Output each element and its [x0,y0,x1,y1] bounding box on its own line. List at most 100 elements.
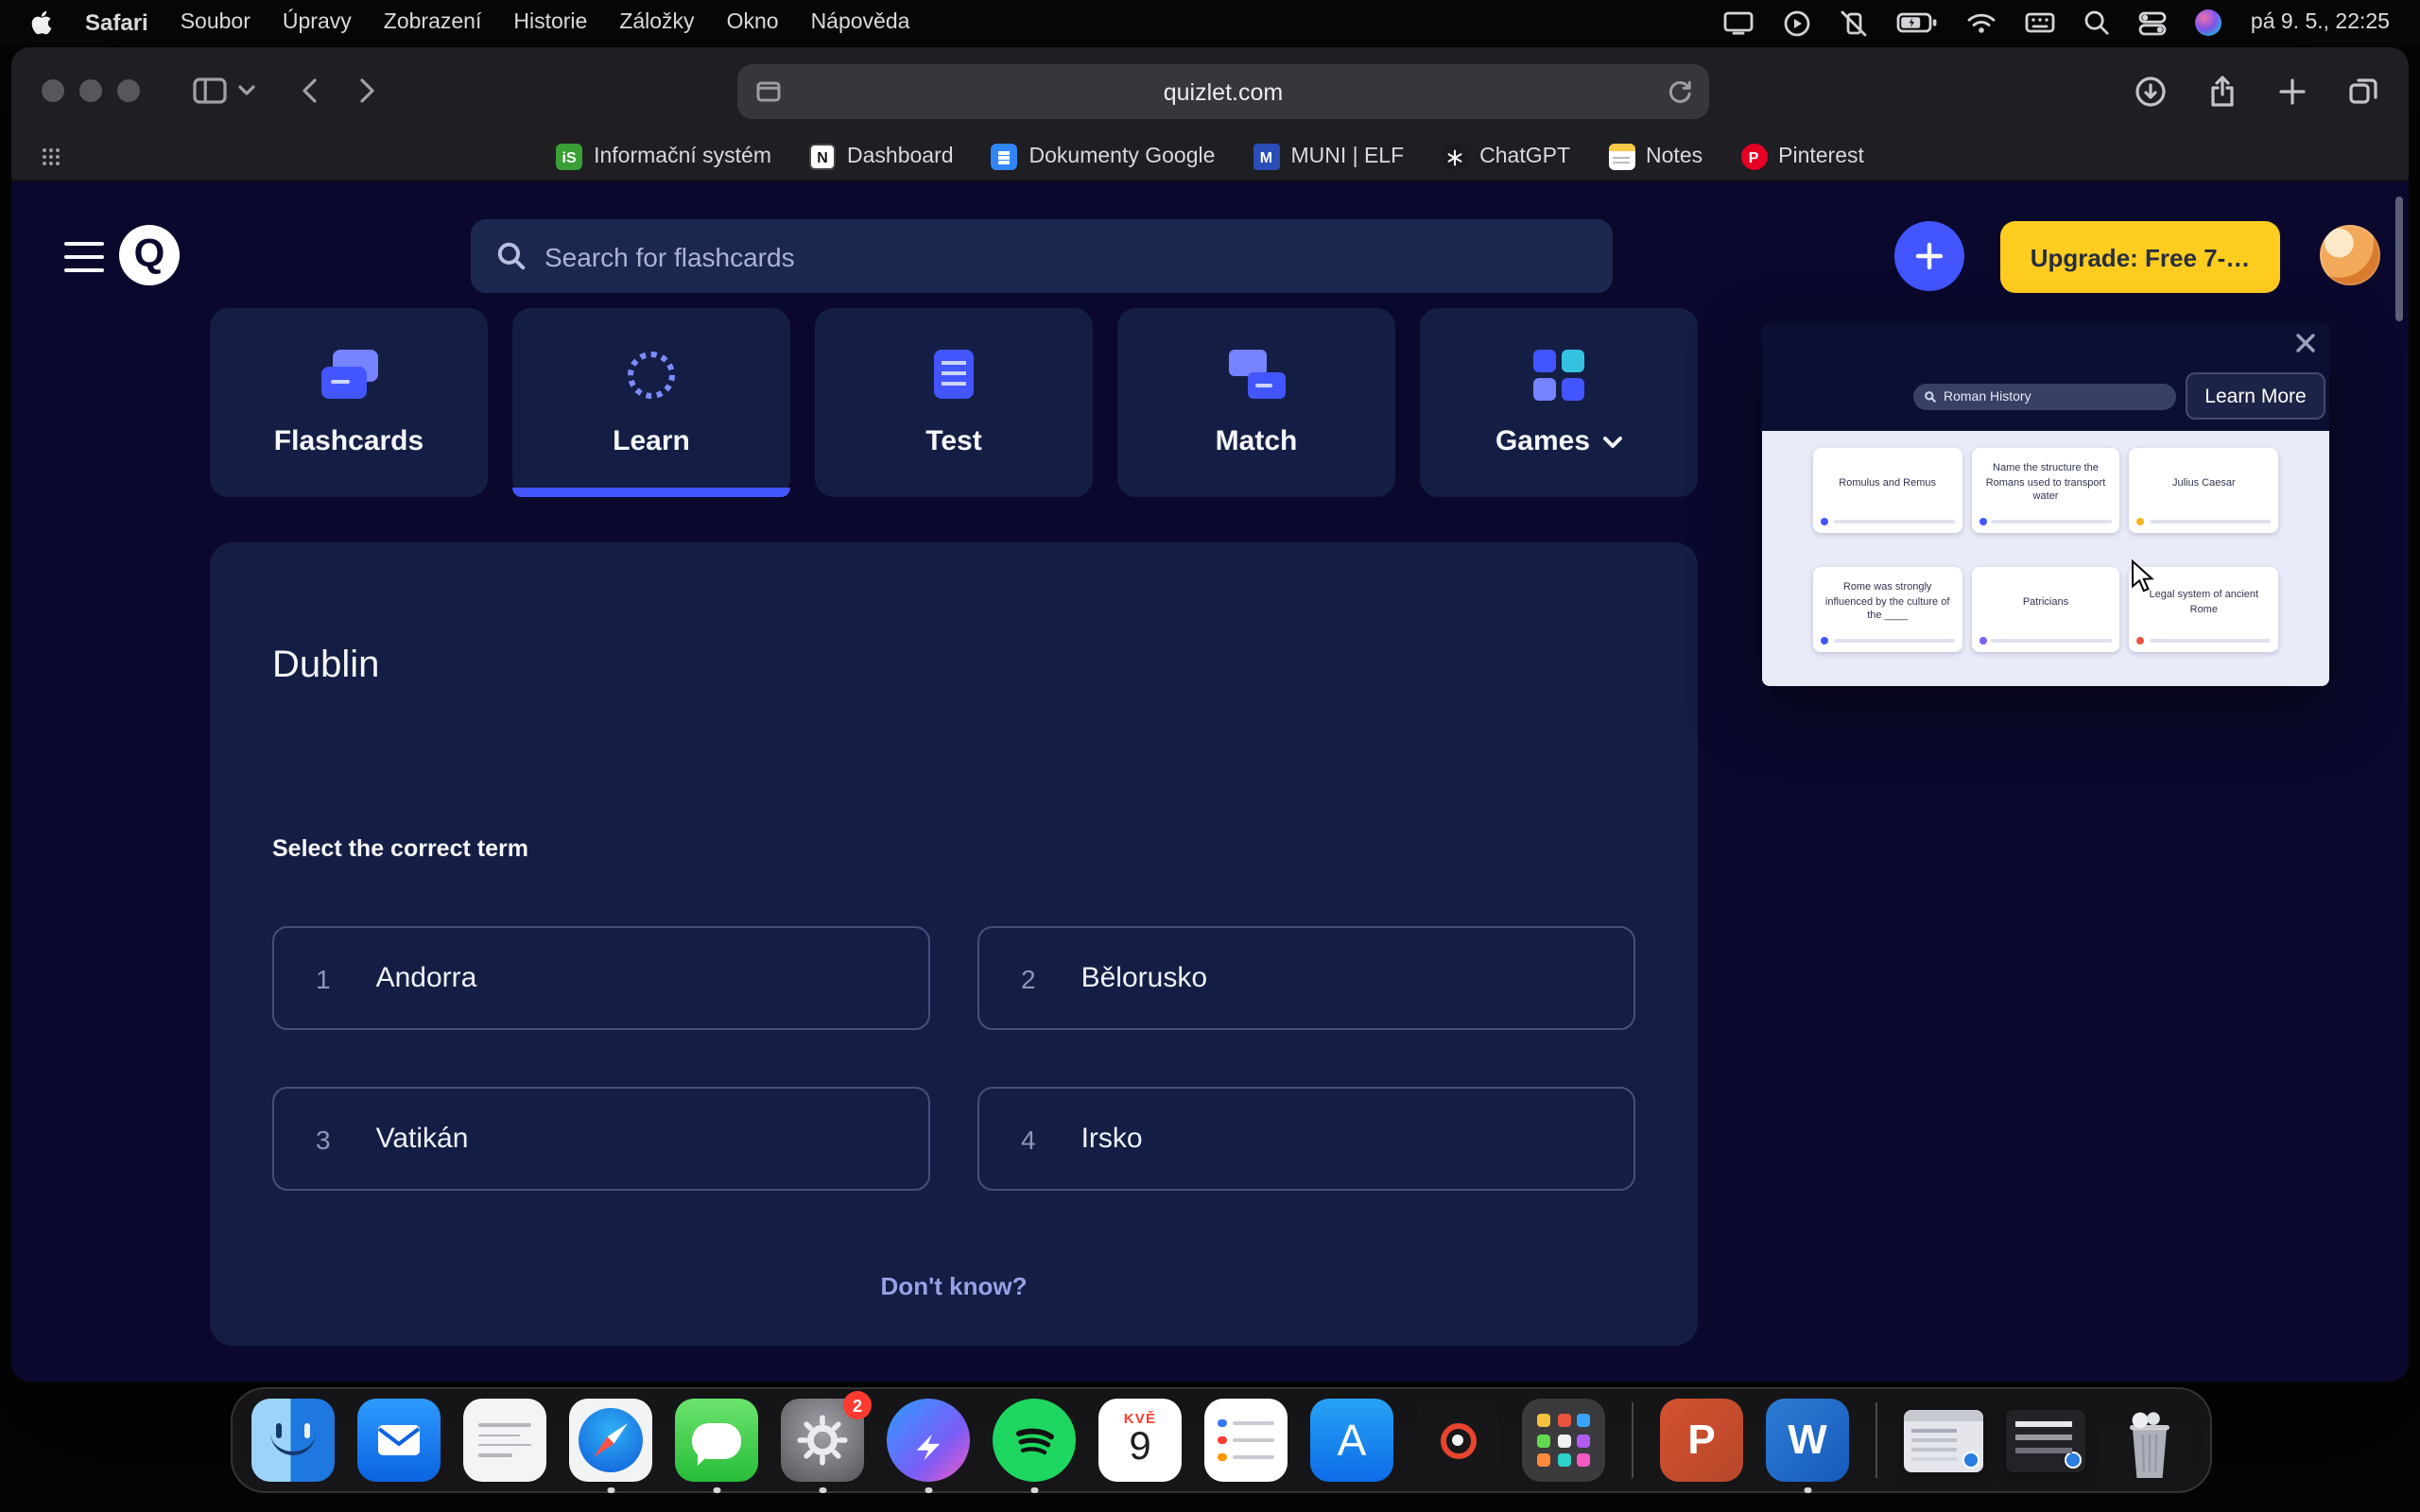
textedit-dock-icon[interactable] [463,1399,546,1482]
minimized-window-thumbnail[interactable] [2006,1409,2085,1471]
tab-overview-icon[interactable] [2348,76,2378,106]
page-scrollbar[interactable] [2395,197,2403,321]
tab-games[interactable]: Games [1420,308,1698,497]
safari-dock-icon[interactable] [569,1399,652,1482]
trash-dock-icon[interactable] [2108,1399,2191,1482]
wifi-icon[interactable] [1967,11,1997,34]
address-bar[interactable]: quizlet.com [737,64,1709,119]
bookmark-label: ChatGPT [1479,146,1570,168]
answer-option-4[interactable]: 4 Irsko [977,1087,1635,1191]
finder-dock-icon[interactable] [251,1399,335,1482]
answer-option-3[interactable]: 3 Vatikán [272,1087,930,1191]
menu-app-name[interactable]: Safari [85,9,148,36]
forward-button[interactable] [359,77,376,104]
menu-zalozky[interactable]: Záložky [619,11,694,34]
minimize-window-button[interactable] [79,79,102,102]
mirroring-off-icon[interactable] [1841,9,1869,37]
answer-option-2[interactable]: 2 Bělorusko [977,926,1635,1030]
learn-icon [628,348,675,401]
back-button[interactable] [301,77,318,104]
menu-bar-clock[interactable]: pá 9. 5., 22:25 [2251,11,2390,34]
system-settings-dock-icon[interactable]: 2 [781,1399,864,1482]
promo-card-text: Name the structure the Romans used to tr… [1979,454,2112,516]
close-icon[interactable] [2295,333,2316,353]
powerpoint-dock-icon[interactable]: P [1660,1399,1743,1482]
learn-more-button[interactable]: Learn More [2186,372,2325,420]
new-tab-icon[interactable] [2278,77,2307,105]
word-dock-icon[interactable]: W [1766,1399,1849,1482]
apple-menu-icon[interactable] [30,9,53,36]
window-controls [42,79,140,102]
menu-okno[interactable]: Okno [727,11,779,34]
tab-learn[interactable]: Learn [512,308,790,497]
reminders-dock-icon[interactable] [1204,1399,1288,1482]
user-avatar[interactable] [2320,225,2380,285]
app-badge [2065,1451,2082,1468]
calendar-dock-icon[interactable]: KVĚ 9 [1098,1399,1182,1482]
siri-icon[interactable] [2196,9,2222,36]
bookmark-item[interactable]: N Dashboard [809,144,954,170]
bookmark-label: Notes [1646,146,1703,168]
flashcards-search-bar[interactable] [471,219,1613,293]
input-source-icon[interactable] [2026,11,2056,34]
page-settings-icon[interactable] [756,81,781,102]
close-window-button[interactable] [42,79,64,102]
bookmark-item[interactable]: iS Informační systém [556,144,771,170]
answer-option-1[interactable]: 1 Andorra [272,926,930,1030]
downloads-icon[interactable] [2135,75,2167,107]
search-input[interactable] [544,241,1586,271]
control-center-icon[interactable] [2139,10,2168,35]
menu-napoveda[interactable]: Nápověda [811,11,910,34]
set-avatar-dot [2137,637,2145,644]
bookmark-item[interactable]: M MUNI | ELF [1253,144,1404,170]
bookmark-label: MUNI | ELF [1290,146,1404,168]
battery-icon[interactable] [1897,11,1939,34]
minimized-window-thumbnail[interactable] [1904,1409,1983,1471]
promo-flashcard: Legal system of ancient Rome [2130,567,2278,652]
tab-flashcards[interactable]: Flashcards [210,308,488,497]
frequently-visited-grid-icon[interactable] [42,147,60,166]
create-button[interactable] [1894,221,1964,291]
camera-app-dock-icon[interactable] [1416,1399,1499,1482]
zoom-window-button[interactable] [117,79,140,102]
display-status-icon[interactable] [1723,9,1755,36]
notes-favicon [1608,144,1634,170]
chevron-down-icon [1603,436,1622,447]
quizlet-logo[interactable]: Q [119,225,180,285]
mode-label: Games [1495,425,1590,457]
bookmark-label: Informační systém [594,146,771,168]
set-avatar-dot [1979,637,1986,644]
menu-soubor[interactable]: Soubor [181,11,251,34]
app-badge [1962,1451,1979,1468]
app-store-dock-icon[interactable]: A [1310,1399,1393,1482]
tab-match[interactable]: Match [1117,308,1395,497]
tab-group-chevron-icon[interactable] [238,85,255,96]
test-icon [934,348,974,401]
spotify-dock-icon[interactable] [993,1399,1076,1482]
menu-zobrazeni[interactable]: Zobrazení [384,11,482,34]
bookmark-item[interactable]: P Pinterest [1740,144,1864,170]
safari-window: quizlet.com [11,47,2409,1382]
hamburger-menu-icon[interactable] [64,242,104,272]
reload-icon[interactable] [1668,79,1692,104]
bookmark-item[interactable]: Dokumenty Google [992,144,1216,170]
bookmark-label: Dokumenty Google [1029,146,1216,168]
sidebar-toggle-icon[interactable] [193,77,227,104]
bookmark-item[interactable]: Notes [1608,144,1703,170]
bookmark-item[interactable]: ChatGPT [1442,144,1570,170]
upgrade-button[interactable]: Upgrade: Free 7-… [2000,221,2280,293]
messenger-dock-icon[interactable] [887,1399,970,1482]
messages-dock-icon[interactable] [675,1399,758,1482]
menu-upravy[interactable]: Úpravy [283,11,352,34]
dock: 2 KVĚ 9 A P W [231,1387,2212,1493]
tab-test[interactable]: Test [815,308,1093,497]
launchpad-dock-icon[interactable] [1522,1399,1605,1482]
spotlight-icon[interactable] [2084,9,2111,36]
now-playing-icon[interactable] [1784,9,1812,37]
notion-favicon: N [809,144,836,170]
dont-know-link[interactable]: Don't know? [210,1272,1698,1300]
mail-dock-icon[interactable] [357,1399,441,1482]
progress-bar [1991,639,2112,643]
share-icon[interactable] [2208,75,2237,107]
menu-historie[interactable]: Historie [513,11,587,34]
